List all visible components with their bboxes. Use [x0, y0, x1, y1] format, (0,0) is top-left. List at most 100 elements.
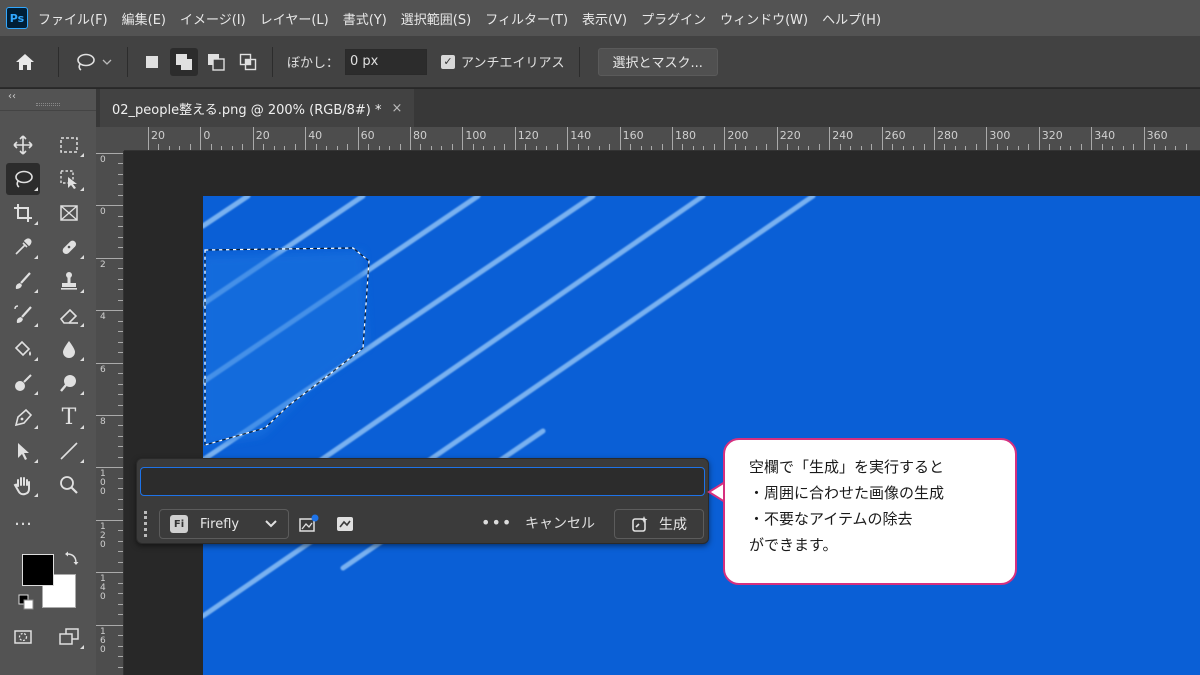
ruler-minor-tick: [284, 146, 286, 150]
subtract-from-selection-button[interactable]: [202, 48, 230, 76]
close-icon[interactable]: ×: [392, 101, 403, 116]
ruler-label: 140: [570, 129, 592, 142]
menu-window[interactable]: ウィンドウ(W): [720, 9, 808, 28]
clone-stamp-tool[interactable]: [52, 265, 86, 297]
foreground-color-swatch[interactable]: [22, 554, 54, 586]
path-selection-tool[interactable]: [6, 435, 40, 467]
pen-tool[interactable]: [6, 401, 40, 433]
task-bar-drag-handle[interactable]: [144, 511, 148, 537]
collapse-panel-icon[interactable]: ‹‹: [8, 91, 16, 102]
cancel-button[interactable]: キャンセル: [525, 513, 595, 533]
ruler-minor-tick: [692, 146, 694, 150]
horizontal-ruler[interactable]: 20 0 20 40 60 80 100 120 140 160 180 200 220 240 260 28…: [124, 127, 1200, 151]
zoom-search-tool[interactable]: [52, 367, 86, 399]
feather-input[interactable]: [345, 48, 428, 75]
more-options-icon[interactable]: •••: [481, 513, 512, 532]
ruler-label: 360: [1146, 129, 1168, 142]
ruler-minor-tick: [221, 146, 223, 150]
menu-help[interactable]: ヘルプ(H): [822, 9, 881, 28]
ruler-minor-tick: [1175, 146, 1177, 150]
document-workspace[interactable]: [124, 151, 1200, 675]
panel-grip[interactable]: [36, 103, 60, 106]
ruler-minor-tick: [263, 144, 265, 150]
tools-panel-header: ‹‹: [0, 89, 96, 111]
ruler-minor-tick: [766, 144, 768, 150]
rectangular-marquee-icon: [60, 137, 78, 153]
brush-tool[interactable]: [6, 265, 40, 297]
ruler-minor-tick: [1164, 146, 1166, 150]
paint-bucket-tool[interactable]: [6, 333, 40, 365]
ruler-minor-tick: [1028, 144, 1030, 150]
menu-select[interactable]: 選択範囲(S): [401, 9, 471, 28]
ruler-minor-tick: [118, 341, 123, 343]
dodge-tool[interactable]: [6, 367, 40, 399]
healing-brush-tool[interactable]: [52, 231, 86, 263]
ruler-minor-tick: [389, 146, 391, 150]
vertical-ruler[interactable]: 0 0 2 4 6 8 100 120 140 160: [96, 151, 124, 675]
line-tool[interactable]: [52, 435, 86, 467]
ruler-minor-tick: [118, 394, 123, 396]
type-icon: T: [61, 404, 77, 430]
tools-panel: ‹‹ T …: [0, 89, 96, 675]
eraser-tool[interactable]: [52, 299, 86, 331]
reference-image-button[interactable]: [297, 512, 321, 536]
image-canvas[interactable]: [203, 196, 1200, 675]
ruler-minor-tick: [451, 144, 453, 150]
ruler-minor-tick: [118, 656, 123, 658]
marquee-tool[interactable]: [52, 129, 86, 161]
move-tool[interactable]: [6, 129, 40, 161]
ruler-tick: [829, 127, 831, 150]
contextual-task-bar: Fi Firefly ••• キャンセル 生成: [136, 458, 709, 544]
frame-tool[interactable]: [52, 197, 86, 229]
eyedropper-tool[interactable]: [6, 231, 40, 263]
ruler-label: 100: [100, 469, 106, 498]
type-tool[interactable]: T: [52, 401, 86, 433]
menu-type[interactable]: 書式(Y): [343, 9, 387, 28]
reference-image-icon: [299, 514, 319, 532]
blur-tool[interactable]: [52, 333, 86, 365]
lasso-tool[interactable]: [6, 163, 40, 195]
document-tab[interactable]: 02_people整える.png @ 200% (RGB/8#) * ×: [100, 89, 415, 127]
home-button[interactable]: [0, 36, 50, 88]
intersect-selection-button[interactable]: [234, 48, 262, 76]
divider: [578, 46, 580, 77]
hand-tool[interactable]: [6, 469, 40, 501]
ruler-minor-tick: [430, 146, 432, 150]
edit-toolbar-button[interactable]: …: [6, 503, 40, 535]
ruler-label: 60: [360, 129, 375, 142]
crop-tool[interactable]: [6, 197, 40, 229]
ruler-minor-tick: [871, 144, 873, 150]
menu-layer[interactable]: レイヤー(L): [260, 9, 329, 28]
callout-line: 空欄で「生成」を実行すると: [749, 458, 945, 476]
new-selection-button[interactable]: [138, 48, 166, 76]
feather-label: ぼかし：: [287, 56, 340, 71]
menu-plugins[interactable]: プラグイン: [641, 9, 706, 28]
history-brush-tool[interactable]: [6, 299, 40, 331]
menu-edit[interactable]: 編集(E): [122, 9, 166, 28]
menu-image[interactable]: イメージ(I): [180, 9, 246, 28]
screen-mode-button[interactable]: [52, 621, 86, 653]
menu-file[interactable]: ファイル(F): [38, 9, 108, 28]
menu-view[interactable]: 表示(V): [582, 9, 627, 28]
model-selector[interactable]: Fi Firefly: [159, 509, 289, 539]
select-and-mask-button[interactable]: 選択とマスク...: [597, 47, 718, 76]
ruler-minor-tick: [242, 144, 244, 150]
generate-button[interactable]: 生成: [614, 509, 704, 539]
quick-mask-button[interactable]: [6, 621, 40, 653]
default-colors-icon[interactable]: [18, 594, 34, 610]
quick-mask-icon: [14, 630, 32, 644]
object-selection-tool[interactable]: [52, 163, 86, 195]
add-to-selection-button[interactable]: [170, 47, 198, 76]
ruler-minor-tick: [1112, 146, 1114, 150]
zoom-tool[interactable]: [52, 469, 86, 501]
adjust-image-button[interactable]: [333, 512, 357, 536]
antialias-checkbox[interactable]: ✓: [441, 54, 456, 69]
generate-label: 生成: [659, 517, 687, 533]
generative-fill-prompt-input[interactable]: [140, 467, 705, 496]
ruler-minor-tick: [441, 146, 443, 150]
swap-colors-icon[interactable]: [64, 551, 80, 567]
droplet-icon: [63, 341, 75, 358]
tool-preset-picker[interactable]: [67, 52, 119, 72]
ruler-origin[interactable]: [96, 127, 124, 151]
menu-filter[interactable]: フィルター(T): [485, 9, 568, 28]
